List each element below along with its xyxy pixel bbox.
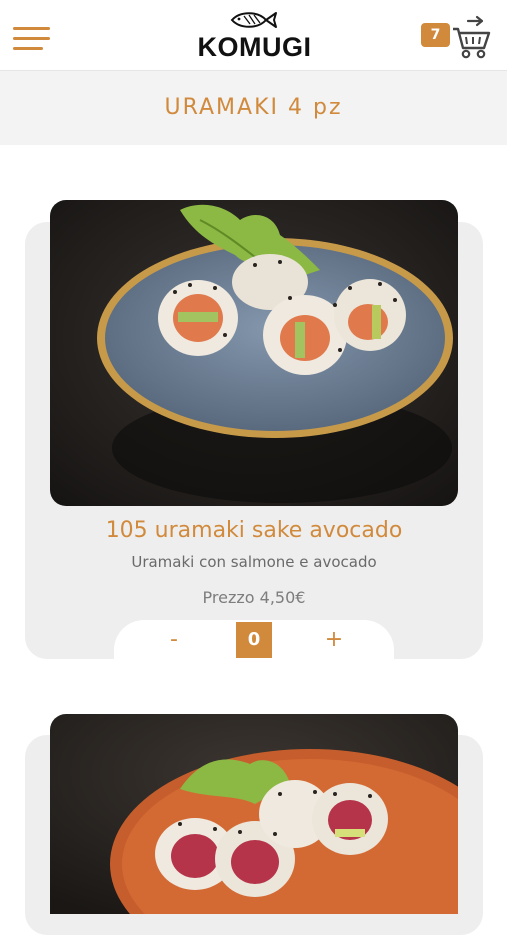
quantity-stepper: - 0 + bbox=[114, 620, 394, 660]
cart-count-badge: 7 bbox=[421, 23, 450, 47]
app-header: KOMUGI 7 bbox=[0, 0, 507, 71]
product-description: Uramaki con salmone e avocado bbox=[131, 553, 377, 571]
brand-logo[interactable]: KOMUGI bbox=[182, 8, 327, 63]
product-image bbox=[50, 200, 458, 506]
product-name: 105 uramaki sake avocado bbox=[105, 518, 403, 543]
quantity-value: 0 bbox=[236, 622, 272, 658]
product-price: Prezzo 4,50€ bbox=[202, 588, 306, 607]
decrease-quantity-button[interactable]: - bbox=[144, 620, 204, 660]
category-header: URAMAKI 4 pz bbox=[0, 71, 507, 145]
shopping-cart-icon bbox=[453, 15, 491, 59]
hamburger-menu-icon[interactable] bbox=[13, 27, 50, 51]
fish-icon bbox=[230, 12, 277, 28]
cart-button[interactable]: 7 bbox=[420, 15, 495, 60]
product-image bbox=[50, 714, 458, 914]
increase-quantity-button[interactable]: + bbox=[304, 620, 364, 660]
category-title: URAMAKI 4 pz bbox=[164, 95, 343, 120]
brand-name: KOMUGI bbox=[197, 32, 312, 62]
